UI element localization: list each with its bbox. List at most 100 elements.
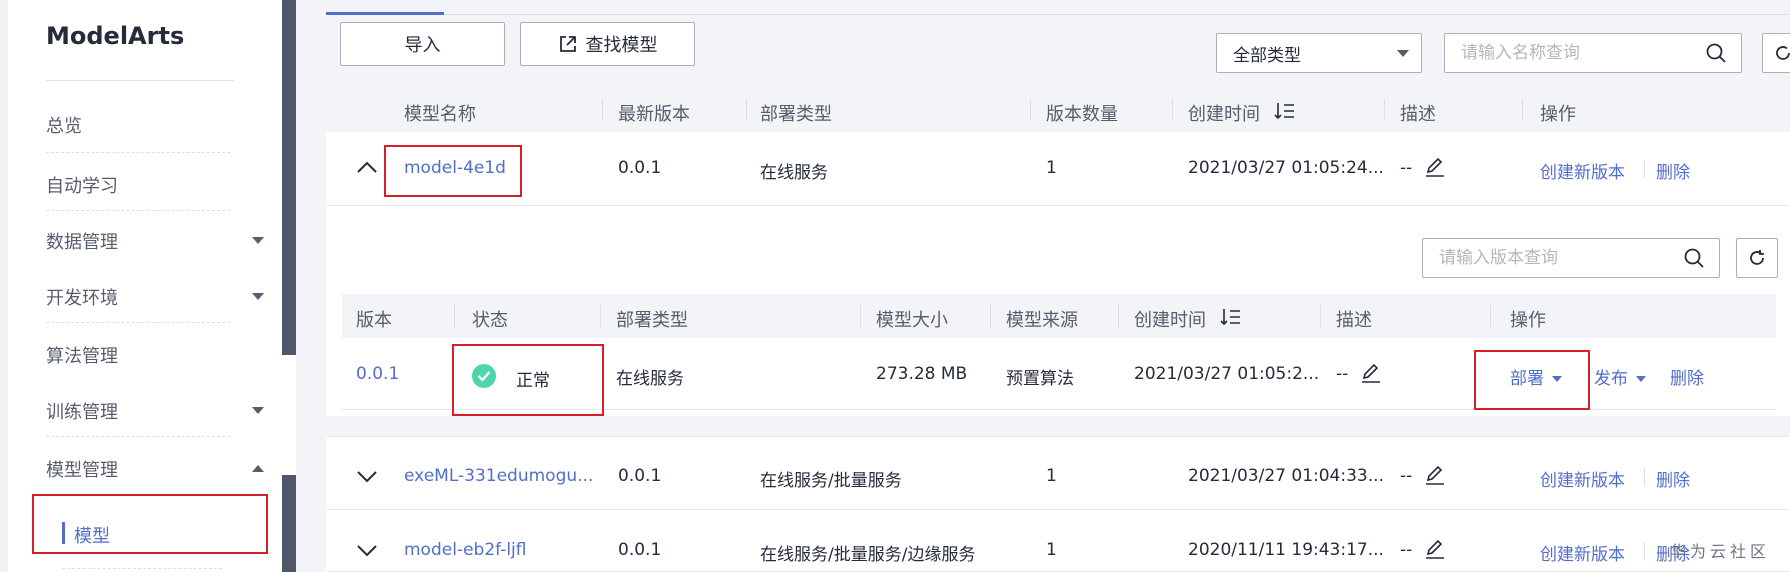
highlight-box <box>32 494 268 554</box>
chevron-down-icon[interactable] <box>252 237 264 244</box>
column-header: 模型来源 <box>1006 310 1078 331</box>
sidebar-splitter[interactable] <box>282 0 296 572</box>
name-search-input[interactable] <box>1461 43 1681 63</box>
import-button[interactable]: 导入 <box>340 22 505 66</box>
column-header-sortable[interactable]: 创建时间 <box>1134 306 1206 332</box>
model-name-link[interactable]: model-4e1d <box>404 158 506 178</box>
sort-icon[interactable] <box>1220 307 1242 327</box>
watermark: 华为云社区 <box>1669 542 1770 561</box>
version-search-input[interactable] <box>1439 248 1659 268</box>
column-divider <box>1490 305 1491 327</box>
chevron-up-icon[interactable] <box>356 160 378 174</box>
create-version-link[interactable]: 创建新版本 <box>1540 158 1625 183</box>
column-divider <box>860 305 861 327</box>
chevron-down-icon[interactable] <box>252 293 264 300</box>
column-header: 描述 <box>1400 104 1436 125</box>
column-divider <box>602 99 603 121</box>
model-name-link[interactable]: exeML-331edumogu... <box>404 466 593 486</box>
chevron-down-icon[interactable] <box>356 470 378 484</box>
delete-link[interactable]: 删除 <box>1656 466 1690 491</box>
deploy-dropdown[interactable]: 部署 <box>1510 364 1562 389</box>
column-header: 部署类型 <box>616 310 688 331</box>
sidebar-item-data-management[interactable]: 数据管理 <box>46 228 118 254</box>
sidebar-item-dev-env[interactable]: 开发环境 <box>46 284 118 310</box>
model-size: 273.28 MB <box>876 364 968 384</box>
action-separator <box>1644 160 1645 178</box>
column-divider <box>454 305 455 327</box>
model-name-link[interactable]: model-eb2f-ljfl <box>404 540 526 560</box>
column-divider <box>1118 305 1119 327</box>
deploy-type: 在线服务/批量服务/边缘服务 <box>760 545 976 565</box>
sidebar-divider <box>46 210 230 211</box>
publish-dropdown[interactable]: 发布 <box>1594 364 1646 389</box>
action-separator <box>1644 468 1645 486</box>
created-time: 2021/03/27 01:05:2... <box>1134 364 1320 384</box>
name-search-field[interactable] <box>1444 33 1742 73</box>
sidebar-divider <box>62 568 222 569</box>
chevron-down-icon[interactable] <box>252 407 264 414</box>
sidebar-divider <box>46 322 230 323</box>
delete-link[interactable]: 删除 <box>1656 158 1690 183</box>
status-text: 正常 <box>516 371 550 391</box>
version-count: 1 <box>1046 540 1057 560</box>
created-time: 2020/11/11 19:43:17... <box>1188 540 1384 560</box>
latest-version: 0.0.1 <box>618 540 662 560</box>
search-icon[interactable] <box>1683 247 1705 269</box>
column-header: 描述 <box>1336 310 1372 331</box>
type-filter-select[interactable]: 全部类型 <box>1216 33 1422 73</box>
external-link-icon <box>558 34 578 54</box>
create-version-link[interactable]: 创建新版本 <box>1540 540 1625 565</box>
chevron-up-icon[interactable] <box>252 465 264 472</box>
latest-version: 0.0.1 <box>618 158 662 178</box>
tab-active-indicator <box>326 12 444 15</box>
deploy-type: 在线服务 <box>760 163 828 183</box>
refresh-button[interactable] <box>1762 33 1790 73</box>
version-refresh-button[interactable] <box>1736 238 1778 278</box>
chevron-down-icon[interactable] <box>356 544 378 558</box>
publish-label: 发布 <box>1594 369 1628 389</box>
column-divider <box>1320 305 1321 327</box>
column-divider <box>1030 99 1031 121</box>
sidebar: ModelArts 总览 自动学习 数据管理 开发环境 算法管理 训练管理 模型… <box>0 0 282 572</box>
sidebar-item-training-management[interactable]: 训练管理 <box>46 398 118 424</box>
type-filter-value: 全部类型 <box>1233 45 1301 66</box>
search-icon[interactable] <box>1705 42 1727 64</box>
column-header: 最新版本 <box>618 104 690 125</box>
version-search-field[interactable] <box>1422 238 1720 278</box>
sidebar-item-auto-learning[interactable]: 自动学习 <box>46 172 118 198</box>
column-header-sortable[interactable]: 创建时间 <box>1188 100 1260 126</box>
action-separator <box>1644 542 1645 560</box>
active-indicator <box>62 522 65 544</box>
deploy-type: 在线服务/批量服务 <box>760 471 902 491</box>
version-link[interactable]: 0.0.1 <box>356 364 399 384</box>
tabs-divider <box>326 14 1790 15</box>
sidebar-item-model-management[interactable]: 模型管理 <box>46 456 118 482</box>
column-header: 模型名称 <box>404 104 476 125</box>
created-time: 2021/03/27 01:05:24... <box>1188 158 1384 178</box>
column-header: 操作 <box>1540 104 1576 125</box>
find-model-button[interactable]: 查找模型 <box>520 22 695 66</box>
deploy-label: 部署 <box>1510 369 1544 389</box>
status-ok-icon <box>472 364 496 388</box>
edit-icon[interactable] <box>1424 538 1446 560</box>
brand-title: ModelArts <box>46 22 185 50</box>
edit-icon[interactable] <box>1424 156 1446 178</box>
sidebar-item-algorithm-management[interactable]: 算法管理 <box>46 342 118 368</box>
find-model-label: 查找模型 <box>585 35 658 56</box>
column-divider <box>990 305 991 327</box>
description: -- <box>1336 364 1349 384</box>
sidebar-item-overview[interactable]: 总览 <box>46 112 82 138</box>
sort-icon[interactable] <box>1274 101 1296 121</box>
column-header: 版本 <box>356 310 392 331</box>
column-header: 模型大小 <box>876 310 948 331</box>
edit-icon[interactable] <box>1360 362 1382 384</box>
sidebar-item-models[interactable]: 模型 <box>74 522 110 548</box>
create-version-link[interactable]: 创建新版本 <box>1540 466 1625 491</box>
delete-link[interactable]: 删除 <box>1670 364 1704 389</box>
deploy-type: 在线服务 <box>616 369 684 389</box>
model-source: 预置算法 <box>1006 369 1074 389</box>
description: -- <box>1400 158 1413 178</box>
edit-icon[interactable] <box>1424 464 1446 486</box>
column-divider <box>1384 99 1385 121</box>
sidebar-divider <box>46 436 230 437</box>
